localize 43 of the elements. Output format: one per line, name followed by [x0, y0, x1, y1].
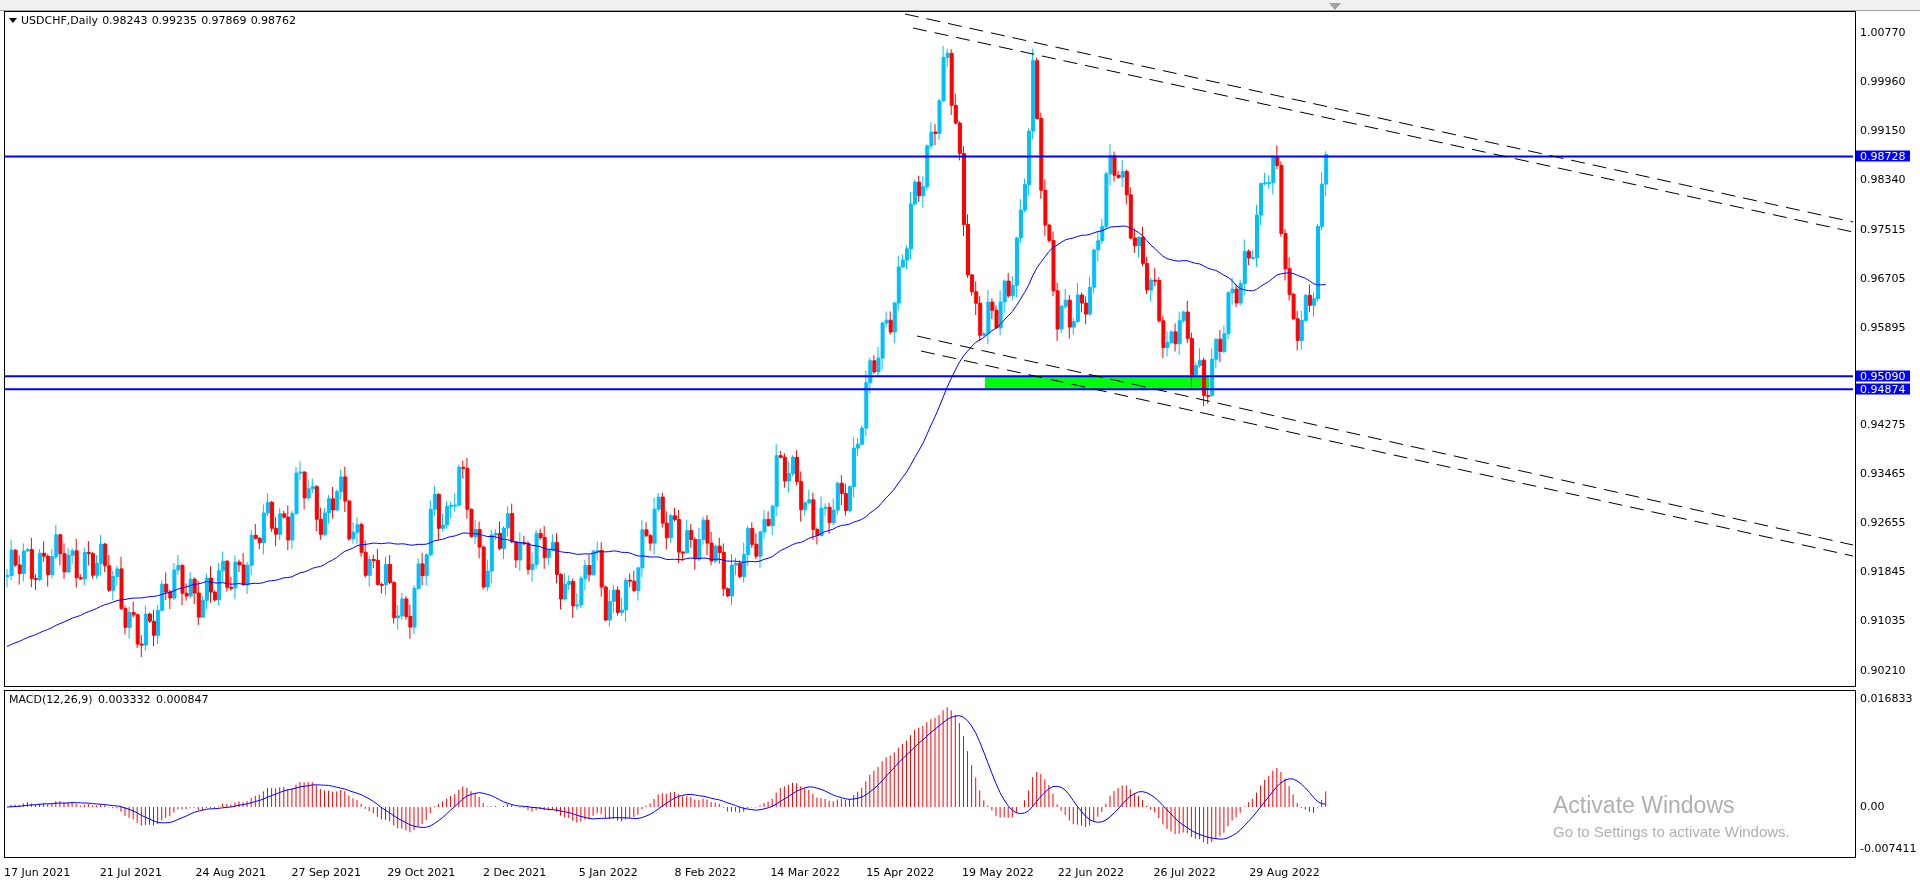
price-value: 0.98243: [102, 14, 148, 27]
date-tick: 24 Aug 2021: [195, 865, 268, 879]
price-value: 0.97869: [201, 14, 247, 27]
price-tick: 0.98340: [1860, 173, 1906, 186]
level-price-tag: 0.95090: [1856, 370, 1910, 382]
price-value: 0.98762: [250, 14, 297, 27]
shift-marker-icon[interactable]: [1329, 3, 1341, 10]
date-tick: 5 Jan 2022: [578, 865, 639, 879]
macd-title: MACD(12,26,9) 0.003332 0.000847: [9, 693, 209, 706]
level-price-tag: 0.94874: [1856, 383, 1910, 395]
activation-title: Activate Windows: [1553, 792, 1736, 819]
date-tick: 19 May 2022: [961, 865, 1035, 879]
price-tick: 0.90210: [1860, 664, 1906, 677]
price-tick: 0.97515: [1860, 223, 1906, 236]
macd-tick: 0.016833: [1860, 693, 1913, 706]
price-tick: 0.91035: [1860, 615, 1906, 628]
price-tick: 1.00770: [1860, 27, 1906, 40]
macd-tick: 0.00: [1860, 801, 1885, 813]
price-tick: 0.94275: [1860, 419, 1906, 432]
price-tick: 0.95895: [1860, 321, 1906, 334]
date-tick: 22 Jun 2022: [1057, 865, 1125, 879]
date-tick: 29 Oct 2021: [387, 865, 457, 879]
price-value: 0.99235: [151, 14, 198, 27]
level-price-tag: 0.98728: [1856, 150, 1910, 162]
price-tick: 0.99150: [1860, 124, 1906, 137]
date-tick: 21 Jul 2021: [99, 865, 164, 879]
price-tick: 0.93465: [1860, 468, 1906, 481]
activation-hint: Go to Settings to activate Windows.: [1553, 823, 1790, 840]
date-tick: 17 Jun 2021: [4, 865, 72, 879]
macd-tick: -0.007411: [1860, 843, 1917, 855]
date-tick: 15 Apr 2022: [866, 865, 936, 879]
price-tick: 0.99960: [1860, 76, 1906, 89]
date-tick: 29 Aug 2022: [1249, 865, 1321, 879]
symbol-label: USDCHF,Daily: [21, 14, 99, 27]
dropdown-triangle-icon[interactable]: [9, 18, 17, 23]
date-tick: 8 Feb 2022: [674, 865, 738, 879]
date-tick: 26 Jul 2022: [1153, 865, 1217, 879]
date-tick: 14 Mar 2022: [770, 865, 842, 879]
date-tick: 27 Sep 2021: [291, 865, 363, 879]
price-tick: 0.91845: [1860, 566, 1906, 579]
price-tick: 0.96705: [1860, 272, 1906, 285]
date-tick: 2 Dec 2021: [483, 865, 548, 879]
price-tick: 0.92655: [1860, 517, 1906, 530]
